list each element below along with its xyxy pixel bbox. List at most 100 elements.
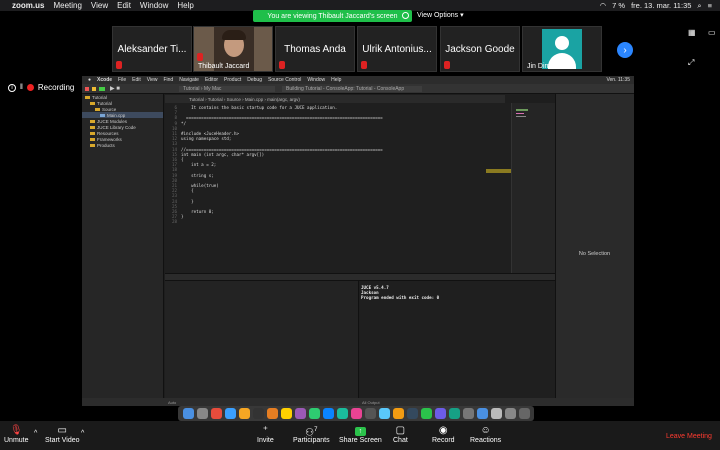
muted-mic-icon: [279, 61, 285, 69]
dock-app-icon[interactable]: [196, 408, 208, 419]
folder-icon: [90, 131, 95, 135]
dock-app-icon[interactable]: [210, 408, 222, 419]
participants-count: 7: [314, 427, 318, 433]
share-screen-button[interactable]: ↑ Share Screen: [339, 424, 382, 444]
dock-app-icon[interactable]: [504, 408, 516, 419]
xcode-menu-item: Help: [331, 77, 342, 83]
menu-list-icon[interactable]: ≡: [708, 1, 712, 10]
record-label: Record: [432, 437, 455, 444]
console-output: JUCE v5.4.7 Jackson Program ended with e…: [360, 281, 555, 398]
menu-edit[interactable]: Edit: [117, 1, 131, 10]
info-icon[interactable]: i: [8, 83, 16, 92]
dock-app-icon[interactable]: [350, 408, 362, 419]
chat-button[interactable]: ▢ Chat: [393, 424, 408, 444]
pause-icon[interactable]: ‖: [20, 84, 23, 91]
fullscreen-icon[interactable]: ⤢: [688, 58, 694, 68]
chat-icon: ▢: [395, 425, 406, 436]
search-icon[interactable]: ⌕: [697, 1, 701, 11]
viewing-banner: You are viewing Thibault Jaccard's scree…: [253, 10, 412, 22]
folder-icon: [90, 143, 95, 147]
dock-app-icon[interactable]: [224, 408, 236, 419]
video-off-icon: ▭: [57, 425, 67, 436]
invite-button[interactable]: ⁺ Invite: [257, 424, 274, 444]
menu-app[interactable]: zoom.us: [12, 1, 44, 10]
project-navigator: Tutorial Tutorial Source Main.cpp JUCE Modul…: [82, 94, 164, 406]
participant-name: Aleksander Ti...: [117, 43, 187, 55]
gallery-view-icon[interactable]: ▦: [688, 28, 696, 37]
dock-app-icon[interactable]: [336, 408, 348, 419]
audio-options-chevron-icon[interactable]: ^: [34, 430, 37, 437]
shared-screen: ● Xcode File Edit View Find Navigate Edi…: [82, 76, 634, 406]
dock-app-icon[interactable]: [308, 408, 320, 419]
dock-app-icon[interactable]: [252, 408, 264, 419]
chat-label: Chat: [393, 437, 408, 444]
unmute-button[interactable]: 🎙 Unmute: [4, 424, 29, 444]
participant-tile[interactable]: Jackson Goode: [440, 26, 520, 72]
xcode-menu-item: Window: [307, 77, 326, 83]
share-screen-label: Share Screen: [339, 437, 382, 444]
code-line: */: [181, 120, 187, 126]
dock-app-icon[interactable]: [392, 408, 404, 419]
battery-text[interactable]: 7 %: [612, 1, 625, 10]
participant-tile[interactable]: Thomas Anda: [275, 26, 355, 72]
dock-app-icon[interactable]: [378, 408, 390, 419]
xcode-menu-item: Source Control: [267, 77, 302, 83]
dock-app-icon[interactable]: [294, 408, 306, 419]
code-line: int main (int argc, char* argv[]): [181, 151, 265, 157]
code-line: {: [181, 188, 194, 194]
dock-app-icon[interactable]: [266, 408, 278, 419]
menu-help[interactable]: Help: [177, 1, 193, 10]
record-button[interactable]: ◉ Record: [432, 424, 455, 444]
dock-app-icon[interactable]: [322, 408, 334, 419]
recording-indicator[interactable]: i ‖ Recording: [8, 83, 74, 92]
unmute-label: Unmute: [4, 437, 29, 444]
reactions-label: Reactions: [470, 437, 502, 444]
dock-app-icon[interactable]: [490, 408, 502, 419]
participant-tile-video[interactable]: Thibault Jaccard: [193, 26, 273, 72]
next-participants-button[interactable]: ›: [617, 42, 633, 58]
muted-mic-icon: [444, 61, 450, 69]
wifi-icon[interactable]: ◠: [600, 1, 607, 10]
menu-meeting[interactable]: Meeting: [53, 1, 81, 10]
dock-app-icon[interactable]: [434, 408, 446, 419]
folder-icon: [95, 107, 100, 111]
participant-tile[interactable]: Aleksander Ti...: [112, 26, 192, 72]
menu-view[interactable]: View: [91, 1, 108, 10]
menu-window[interactable]: Window: [140, 1, 168, 10]
clock[interactable]: fre. 13. mar. 11:35: [631, 1, 691, 10]
invite-label: Invite: [257, 437, 274, 444]
folder-icon: [85, 95, 90, 99]
minimize-icon[interactable]: ▭: [708, 28, 716, 37]
breadcrumb: Tutorial › Tutorial › Source › Main.cpp …: [165, 95, 505, 103]
run-icon: ▶ ■: [110, 86, 120, 92]
folder-icon: [90, 101, 95, 105]
inspector-panel: [555, 94, 634, 406]
reactions-button[interactable]: ☺ Reactions: [470, 424, 501, 444]
participant-tile[interactable]: Ulrik Antonius...: [357, 26, 437, 72]
navigator-item-label: Products: [97, 142, 115, 148]
record-icon: ◉: [438, 425, 448, 436]
apple-icon: ●: [88, 77, 92, 83]
dock-app-icon[interactable]: [462, 408, 474, 419]
dock-app-icon[interactable]: [406, 408, 418, 419]
dock-app-icon[interactable]: [364, 408, 376, 419]
xcode-menu-item: Debug: [247, 77, 262, 83]
record-dot-icon: [26, 84, 34, 91]
start-video-button[interactable]: ▭ Start Video: [45, 424, 80, 444]
dock-app-icon[interactable]: [476, 408, 488, 419]
dock-app-icon[interactable]: [280, 408, 292, 419]
dock-app-icon[interactable]: [182, 408, 194, 419]
leave-meeting-button[interactable]: Leave Meeting: [666, 433, 712, 440]
video-options-chevron-icon[interactable]: ^: [81, 430, 84, 437]
participant-tile[interactable]: Jin Dim: [522, 26, 602, 72]
folder-icon: [100, 113, 105, 117]
dock-app-icon[interactable]: [448, 408, 460, 419]
view-options-button[interactable]: View Options ▾: [417, 11, 464, 19]
add-person-icon: ⁺: [262, 425, 268, 436]
code-line: using namespace std;: [181, 136, 232, 142]
dock-app-icon[interactable]: [420, 408, 432, 419]
code-line: int a = 2;: [181, 162, 217, 168]
participants-button[interactable]: ⚇7 Participants: [293, 424, 330, 444]
dock-app-icon[interactable]: [238, 408, 250, 419]
dock-app-icon[interactable]: [518, 408, 530, 419]
